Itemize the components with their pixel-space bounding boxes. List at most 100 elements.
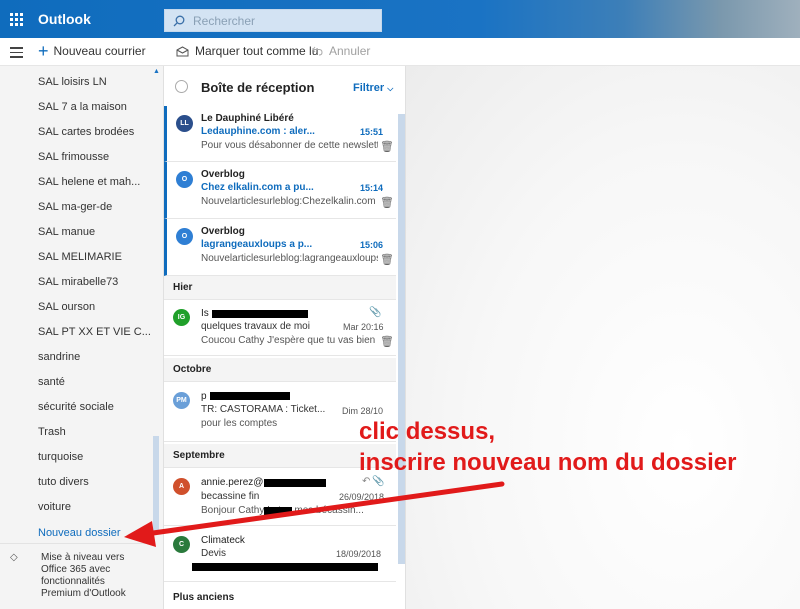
folder-item[interactable]: SAL MELIMARIE [38, 251, 122, 263]
scroll-up-icon[interactable]: ▲ [153, 68, 160, 75]
avatar: A [173, 478, 190, 495]
waffle-icon [9, 12, 23, 26]
attachment-icon: 📎 [369, 307, 382, 318]
new-mail-label: Nouveau courrier [53, 44, 146, 58]
avatar: C [173, 536, 190, 553]
folder-item[interactable]: SAL 7 a la maison [38, 101, 127, 113]
avatar-initials: C [178, 541, 185, 548]
undo-icon [312, 46, 323, 56]
message-subject: becassine fin [201, 491, 260, 502]
reply-icon: ↶ [362, 476, 371, 487]
message-subject: Devis [201, 548, 227, 559]
redaction-bar [210, 392, 290, 400]
message-subject: lagrangeauxloups a p... [201, 239, 313, 250]
folder-item[interactable]: tuto divers [38, 476, 89, 488]
message-preview: Nouvelarticlesurleblog:lagrangeauxloups.… [201, 253, 378, 264]
avatar: O [176, 171, 193, 188]
message-sender: p [201, 391, 207, 402]
avatar-initials: O [181, 233, 188, 240]
new-folder-button[interactable]: Nouveau dossier [38, 527, 121, 539]
message-preview: pour les comptes [201, 418, 278, 429]
message-date: 18/09/2018 [336, 549, 382, 559]
annotation-text-line1: clic dessus, [359, 418, 496, 445]
folder-item[interactable]: SAL cartes brodées [38, 126, 134, 138]
folder-item[interactable]: SAL manue [38, 226, 95, 238]
app-launcher-button[interactable] [0, 0, 32, 38]
app-title[interactable]: Outlook [38, 11, 91, 27]
folder-item[interactable]: santé [38, 376, 65, 388]
folder-item[interactable]: SAL helene et mah... [38, 176, 140, 188]
command-bar: + Nouveau courrier Marquer tout comme lu… [0, 38, 800, 66]
mark-all-read-label: Marquer tout comme lu [195, 44, 319, 58]
upgrade-banner[interactable]: ◇ Mise à niveau vers Office 365 avec fon… [0, 543, 152, 609]
scroll-down-icon[interactable]: ▼ [153, 530, 160, 537]
message-subject: quelques travaux de moi [201, 321, 310, 332]
message-sender: Overblog [201, 169, 245, 180]
delete-icon[interactable]: 🗑 [380, 253, 394, 266]
select-all-checkbox[interactable] [175, 80, 188, 93]
filter-label: Filtrer [353, 82, 385, 94]
message-sender: Overblog [201, 226, 245, 237]
folder-item[interactable]: sandrine [38, 351, 80, 363]
chevron-down-icon: ⌵ [387, 84, 394, 93]
message-preview: Nouvelarticlesurleblog:Chezelkalin.com B… [201, 196, 378, 207]
avatar-initials: IG [177, 314, 186, 321]
list-item[interactable]: IG Is 📎 quelques travaux de moi Mar 20:1… [164, 300, 396, 356]
folder-item[interactable]: SAL ourson [38, 301, 95, 313]
redaction-bar [264, 507, 292, 515]
folder-scrollbar[interactable]: ▲ ▼ [151, 66, 162, 540]
folder-item[interactable]: turquoise [38, 451, 83, 463]
folder-item[interactable]: SAL frimousse [38, 151, 109, 163]
folder-item[interactable]: sécurité sociale [38, 401, 114, 413]
list-item[interactable]: LL Le Dauphiné Libéré Ledauphine.com : a… [164, 106, 396, 162]
message-list: Boîte de réception Filtrer ⌵ LL Le Dauph… [163, 66, 406, 609]
message-preview: Pour vous désabonner de cette newslett..… [201, 140, 378, 151]
list-item[interactable]: C Climateck Devis 18/09/2018 [164, 526, 396, 582]
avatar-initials: LL [180, 120, 189, 127]
section-label: Octobre [173, 364, 212, 375]
mark-all-read-button[interactable]: Marquer tout comme lu [176, 44, 318, 58]
avatar-initials: A [178, 483, 185, 490]
delete-icon[interactable]: 🗑 [380, 196, 394, 209]
message-sender: Is [201, 308, 209, 319]
avatar: PM [173, 392, 190, 409]
plus-icon: + [38, 41, 49, 61]
avatar: O [176, 228, 193, 245]
redaction-bar [192, 563, 378, 571]
filter-button[interactable]: Filtrer ⌵ [353, 82, 393, 94]
folder-item[interactable]: Trash [38, 426, 66, 438]
delete-icon[interactable]: 🗑 [380, 140, 394, 153]
top-bar: Outlook Rechercher [0, 0, 800, 38]
undo-label: Annuler [329, 44, 371, 58]
attachment-icon: 📎 [372, 476, 385, 487]
message-list-scrollbar[interactable] [397, 106, 405, 576]
list-item[interactable]: O Overblog Chez elkalin.com a pu... 15:1… [164, 162, 396, 219]
folder-item[interactable]: SAL loisirs LN [38, 76, 107, 88]
message-date: Mar 20:16 [343, 322, 384, 332]
undo-button[interactable]: Annuler [312, 44, 370, 58]
message-sender: Climateck [201, 535, 245, 546]
list-item[interactable]: O Overblog lagrangeauxloups a p... 15:06… [164, 219, 396, 276]
new-mail-button[interactable]: + Nouveau courrier [38, 41, 146, 61]
folder-item[interactable]: voiture [38, 501, 71, 513]
redaction-bar [212, 310, 308, 318]
search-input[interactable]: Rechercher [164, 9, 382, 32]
message-subject: TR: CASTORAMA : Ticket... [201, 404, 326, 415]
annotation-text-line2: inscrire nouveau nom du dossier [359, 449, 737, 476]
section-label: Plus anciens [173, 592, 235, 603]
avatar-initials: O [181, 176, 188, 183]
avatar: IG [173, 309, 190, 326]
inbox-title: Boîte de réception [201, 80, 315, 95]
hamburger-menu-icon[interactable] [10, 47, 23, 61]
folder-item[interactable]: SAL mirabelle73 [38, 276, 118, 288]
scroll-thumb[interactable] [398, 114, 405, 564]
avatar: LL [176, 115, 193, 132]
folder-item[interactable]: SAL PT XX ET VIE C... [38, 326, 151, 338]
delete-icon[interactable]: 🗑 [380, 335, 394, 348]
scroll-thumb[interactable] [153, 436, 159, 531]
redaction-bar [264, 479, 326, 487]
message-sender: annie.perez@ [201, 477, 264, 488]
upgrade-text: Mise à niveau vers Office 365 avec fonct… [41, 552, 126, 599]
folder-item[interactable]: SAL ma-ger-de [38, 201, 112, 213]
message-date: Dim 28/10 [342, 406, 384, 416]
